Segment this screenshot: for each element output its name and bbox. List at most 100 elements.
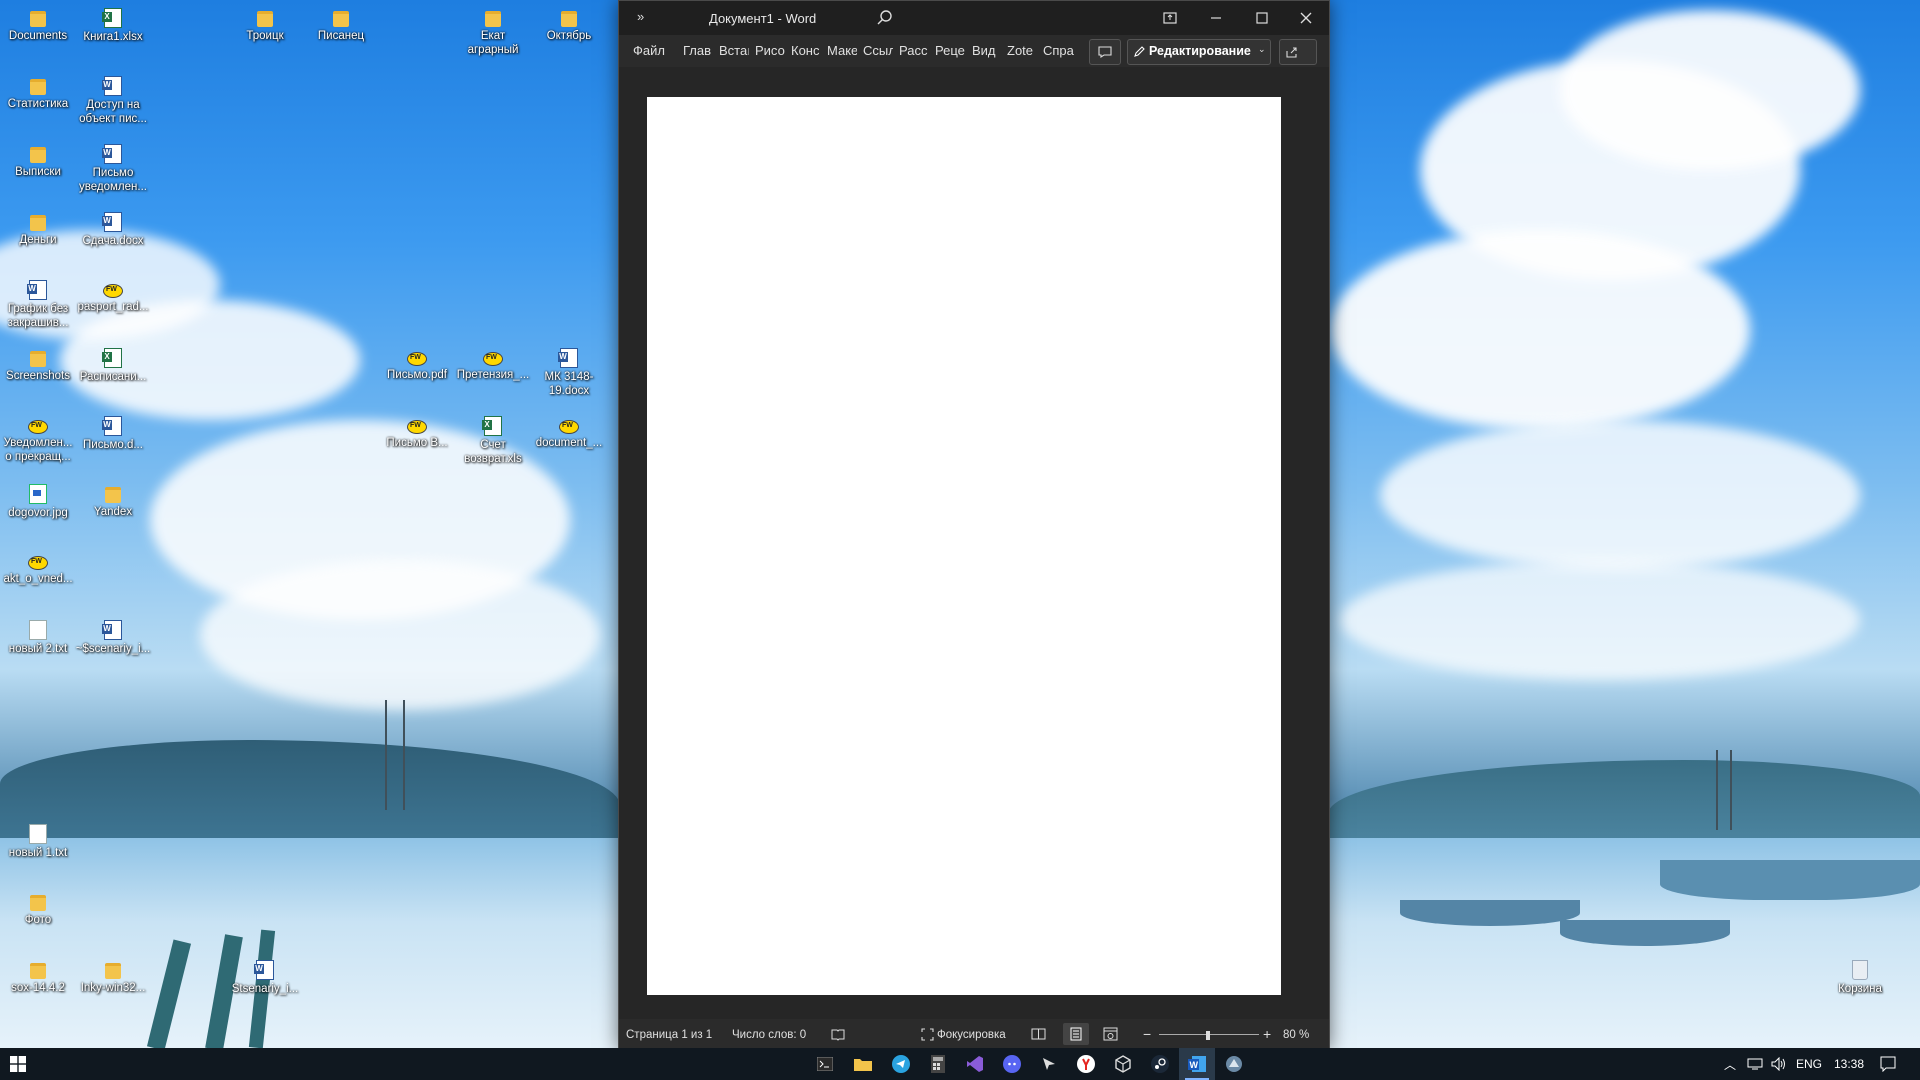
desktop-icon[interactable]: ~$scenariy_i... bbox=[75, 620, 151, 656]
calculator-icon[interactable] bbox=[920, 1048, 956, 1080]
desktop-icon[interactable]: Книга1.xlsx bbox=[75, 8, 151, 44]
minimize-button[interactable] bbox=[1193, 1, 1239, 35]
folder-icon bbox=[105, 487, 121, 503]
zoom-in-button[interactable]: + bbox=[1263, 1026, 1271, 1042]
recycle-bin[interactable]: Корзина bbox=[1822, 960, 1898, 996]
tab-home[interactable]: Глав bbox=[683, 43, 713, 58]
svg-text:W: W bbox=[1190, 1060, 1199, 1070]
page-count[interactable]: Страница 1 из 1 bbox=[626, 1029, 712, 1041]
maximize-button[interactable] bbox=[1239, 1, 1285, 35]
zoom-level[interactable]: 80 % bbox=[1283, 1029, 1309, 1041]
desktop-icon[interactable]: Письмо.d... bbox=[75, 416, 151, 452]
tab-references[interactable]: Ссыл bbox=[863, 43, 893, 58]
tab-design[interactable]: Конс bbox=[791, 43, 821, 58]
clock[interactable]: 13:38 bbox=[1834, 1057, 1864, 1071]
word-taskbar-icon[interactable]: W bbox=[1179, 1048, 1215, 1080]
excel-file-icon bbox=[482, 416, 502, 436]
desktop-icon[interactable]: новый 1.txt bbox=[0, 824, 76, 860]
folder-icon bbox=[30, 11, 46, 27]
input-language[interactable]: ENG bbox=[1796, 1057, 1822, 1071]
file-explorer-icon[interactable] bbox=[845, 1048, 881, 1080]
notifications-icon[interactable] bbox=[1880, 1056, 1896, 1077]
desktop-icon[interactable]: Письмо.pdf bbox=[379, 348, 455, 382]
desktop-icon[interactable]: Выписки bbox=[0, 144, 76, 179]
word-window: » Документ1 - Word Файл Глав Встаı Рисо … bbox=[618, 0, 1330, 1050]
desktop-icon[interactable]: document_... bbox=[531, 416, 607, 450]
desktop-icon[interactable]: akt_o_vned... bbox=[0, 552, 76, 586]
desktop-icon[interactable]: Доступ на объект пис... bbox=[75, 76, 151, 126]
desktop-icon[interactable]: Екат аграрный bbox=[455, 8, 531, 57]
desktop-icon[interactable]: Сдача.docx bbox=[75, 212, 151, 248]
search-icon[interactable] bbox=[875, 8, 895, 28]
folder-icon bbox=[485, 11, 501, 27]
desktop-icon[interactable]: Stsenariy_i... bbox=[227, 960, 303, 996]
telegram-icon[interactable] bbox=[883, 1048, 919, 1080]
desktop-icon[interactable]: Деньги bbox=[0, 212, 76, 247]
start-button[interactable] bbox=[0, 1048, 36, 1080]
desktop-icon[interactable]: sox-14.4.2 bbox=[0, 960, 76, 995]
share-button[interactable] bbox=[1279, 39, 1317, 65]
title-bar[interactable]: » Документ1 - Word bbox=[619, 1, 1329, 35]
tab-insert[interactable]: Встаı bbox=[719, 43, 749, 58]
tab-help[interactable]: Спра bbox=[1043, 43, 1075, 58]
zoom-slider-thumb[interactable] bbox=[1206, 1031, 1210, 1040]
word-file-icon bbox=[27, 280, 47, 300]
tab-zotero[interactable]: Zote bbox=[1007, 43, 1039, 58]
desktop-icon[interactable]: pasport_rad... bbox=[75, 280, 151, 314]
excel-file-icon bbox=[102, 348, 122, 368]
restore-layout-icon[interactable] bbox=[1147, 1, 1193, 35]
desktop-icon[interactable]: График без закрашив... bbox=[0, 280, 76, 330]
ribbon-tabs: Файл Глав Встаı Рисо Конс Маке Ссыл Расс… bbox=[619, 35, 1329, 67]
desktop-icon[interactable]: Претензия_... bbox=[455, 348, 531, 382]
comments-button[interactable] bbox=[1089, 39, 1121, 65]
desktop-icon[interactable]: МК 3148-19.docx bbox=[531, 348, 607, 398]
steam-icon[interactable] bbox=[1142, 1048, 1178, 1080]
tab-layout[interactable]: Маке bbox=[827, 43, 857, 58]
pdf-file-icon bbox=[407, 420, 427, 434]
another-app-icon[interactable] bbox=[1216, 1048, 1252, 1080]
chevron-up-icon[interactable]: ︿ bbox=[1724, 1056, 1736, 1073]
desktop-icon[interactable]: dogovor.jpg bbox=[0, 484, 76, 520]
desktop-icon[interactable]: Письмо уведомлен... bbox=[75, 144, 151, 194]
desktop-icon[interactable]: Фото bbox=[0, 892, 76, 927]
tab-view[interactable]: Вид bbox=[972, 43, 998, 58]
desktop-icon[interactable]: Статистика bbox=[0, 76, 76, 111]
word-count[interactable]: Число слов: 0 bbox=[732, 1029, 806, 1041]
zoom-out-button[interactable]: − bbox=[1143, 1026, 1151, 1042]
terminal-icon[interactable] bbox=[807, 1048, 843, 1080]
tab-mailings[interactable]: Расс bbox=[899, 43, 929, 58]
desktop-icon[interactable]: Письмо В... bbox=[379, 416, 455, 450]
cursor-app-icon[interactable] bbox=[1031, 1048, 1067, 1080]
tab-draw[interactable]: Рисо bbox=[755, 43, 785, 58]
visual-studio-icon[interactable] bbox=[957, 1048, 993, 1080]
tab-file[interactable]: Файл bbox=[633, 43, 667, 58]
quick-access-more-button[interactable]: » bbox=[637, 9, 644, 24]
desktop-icon[interactable]: Писанец bbox=[303, 8, 379, 43]
tab-review[interactable]: Реце bbox=[935, 43, 965, 58]
editing-mode-dropdown[interactable]: Редактирование ⌄ bbox=[1127, 39, 1271, 65]
close-button[interactable] bbox=[1283, 1, 1329, 35]
desktop-icon[interactable]: Yandex bbox=[75, 484, 151, 519]
desktop-icon[interactable]: Screenshots bbox=[0, 348, 76, 383]
network-icon[interactable] bbox=[1747, 1057, 1763, 1076]
desktop-icon[interactable]: Documents bbox=[0, 8, 76, 43]
desktop-icon[interactable]: новый 2.txt bbox=[0, 620, 76, 656]
desktop-icon[interactable]: Уведомлен... о прекращ... bbox=[0, 416, 76, 464]
focus-mode-button[interactable]: Фокусировка bbox=[937, 1029, 1006, 1041]
read-mode-icon[interactable] bbox=[1031, 1027, 1046, 1044]
print-layout-icon[interactable] bbox=[1063, 1023, 1089, 1045]
yandex-browser-icon[interactable] bbox=[1068, 1048, 1104, 1080]
web-layout-icon[interactable] bbox=[1103, 1027, 1118, 1044]
document-page[interactable] bbox=[647, 97, 1281, 995]
proofing-book-icon[interactable] bbox=[831, 1028, 845, 1044]
desktop-icon[interactable]: Октябрь bbox=[531, 8, 607, 43]
folder-icon bbox=[30, 895, 46, 911]
volume-icon[interactable] bbox=[1771, 1056, 1787, 1076]
desktop-icon[interactable]: Счет возврат.xls bbox=[455, 416, 531, 466]
desktop-icon[interactable]: Расписани... bbox=[75, 348, 151, 384]
desktop-icon[interactable]: Inky-win32... bbox=[75, 960, 151, 995]
focus-mode-icon[interactable] bbox=[921, 1028, 934, 1044]
discord-icon[interactable] bbox=[994, 1048, 1030, 1080]
desktop-icon[interactable]: Троицк bbox=[227, 8, 303, 43]
unity-icon[interactable] bbox=[1105, 1048, 1141, 1080]
